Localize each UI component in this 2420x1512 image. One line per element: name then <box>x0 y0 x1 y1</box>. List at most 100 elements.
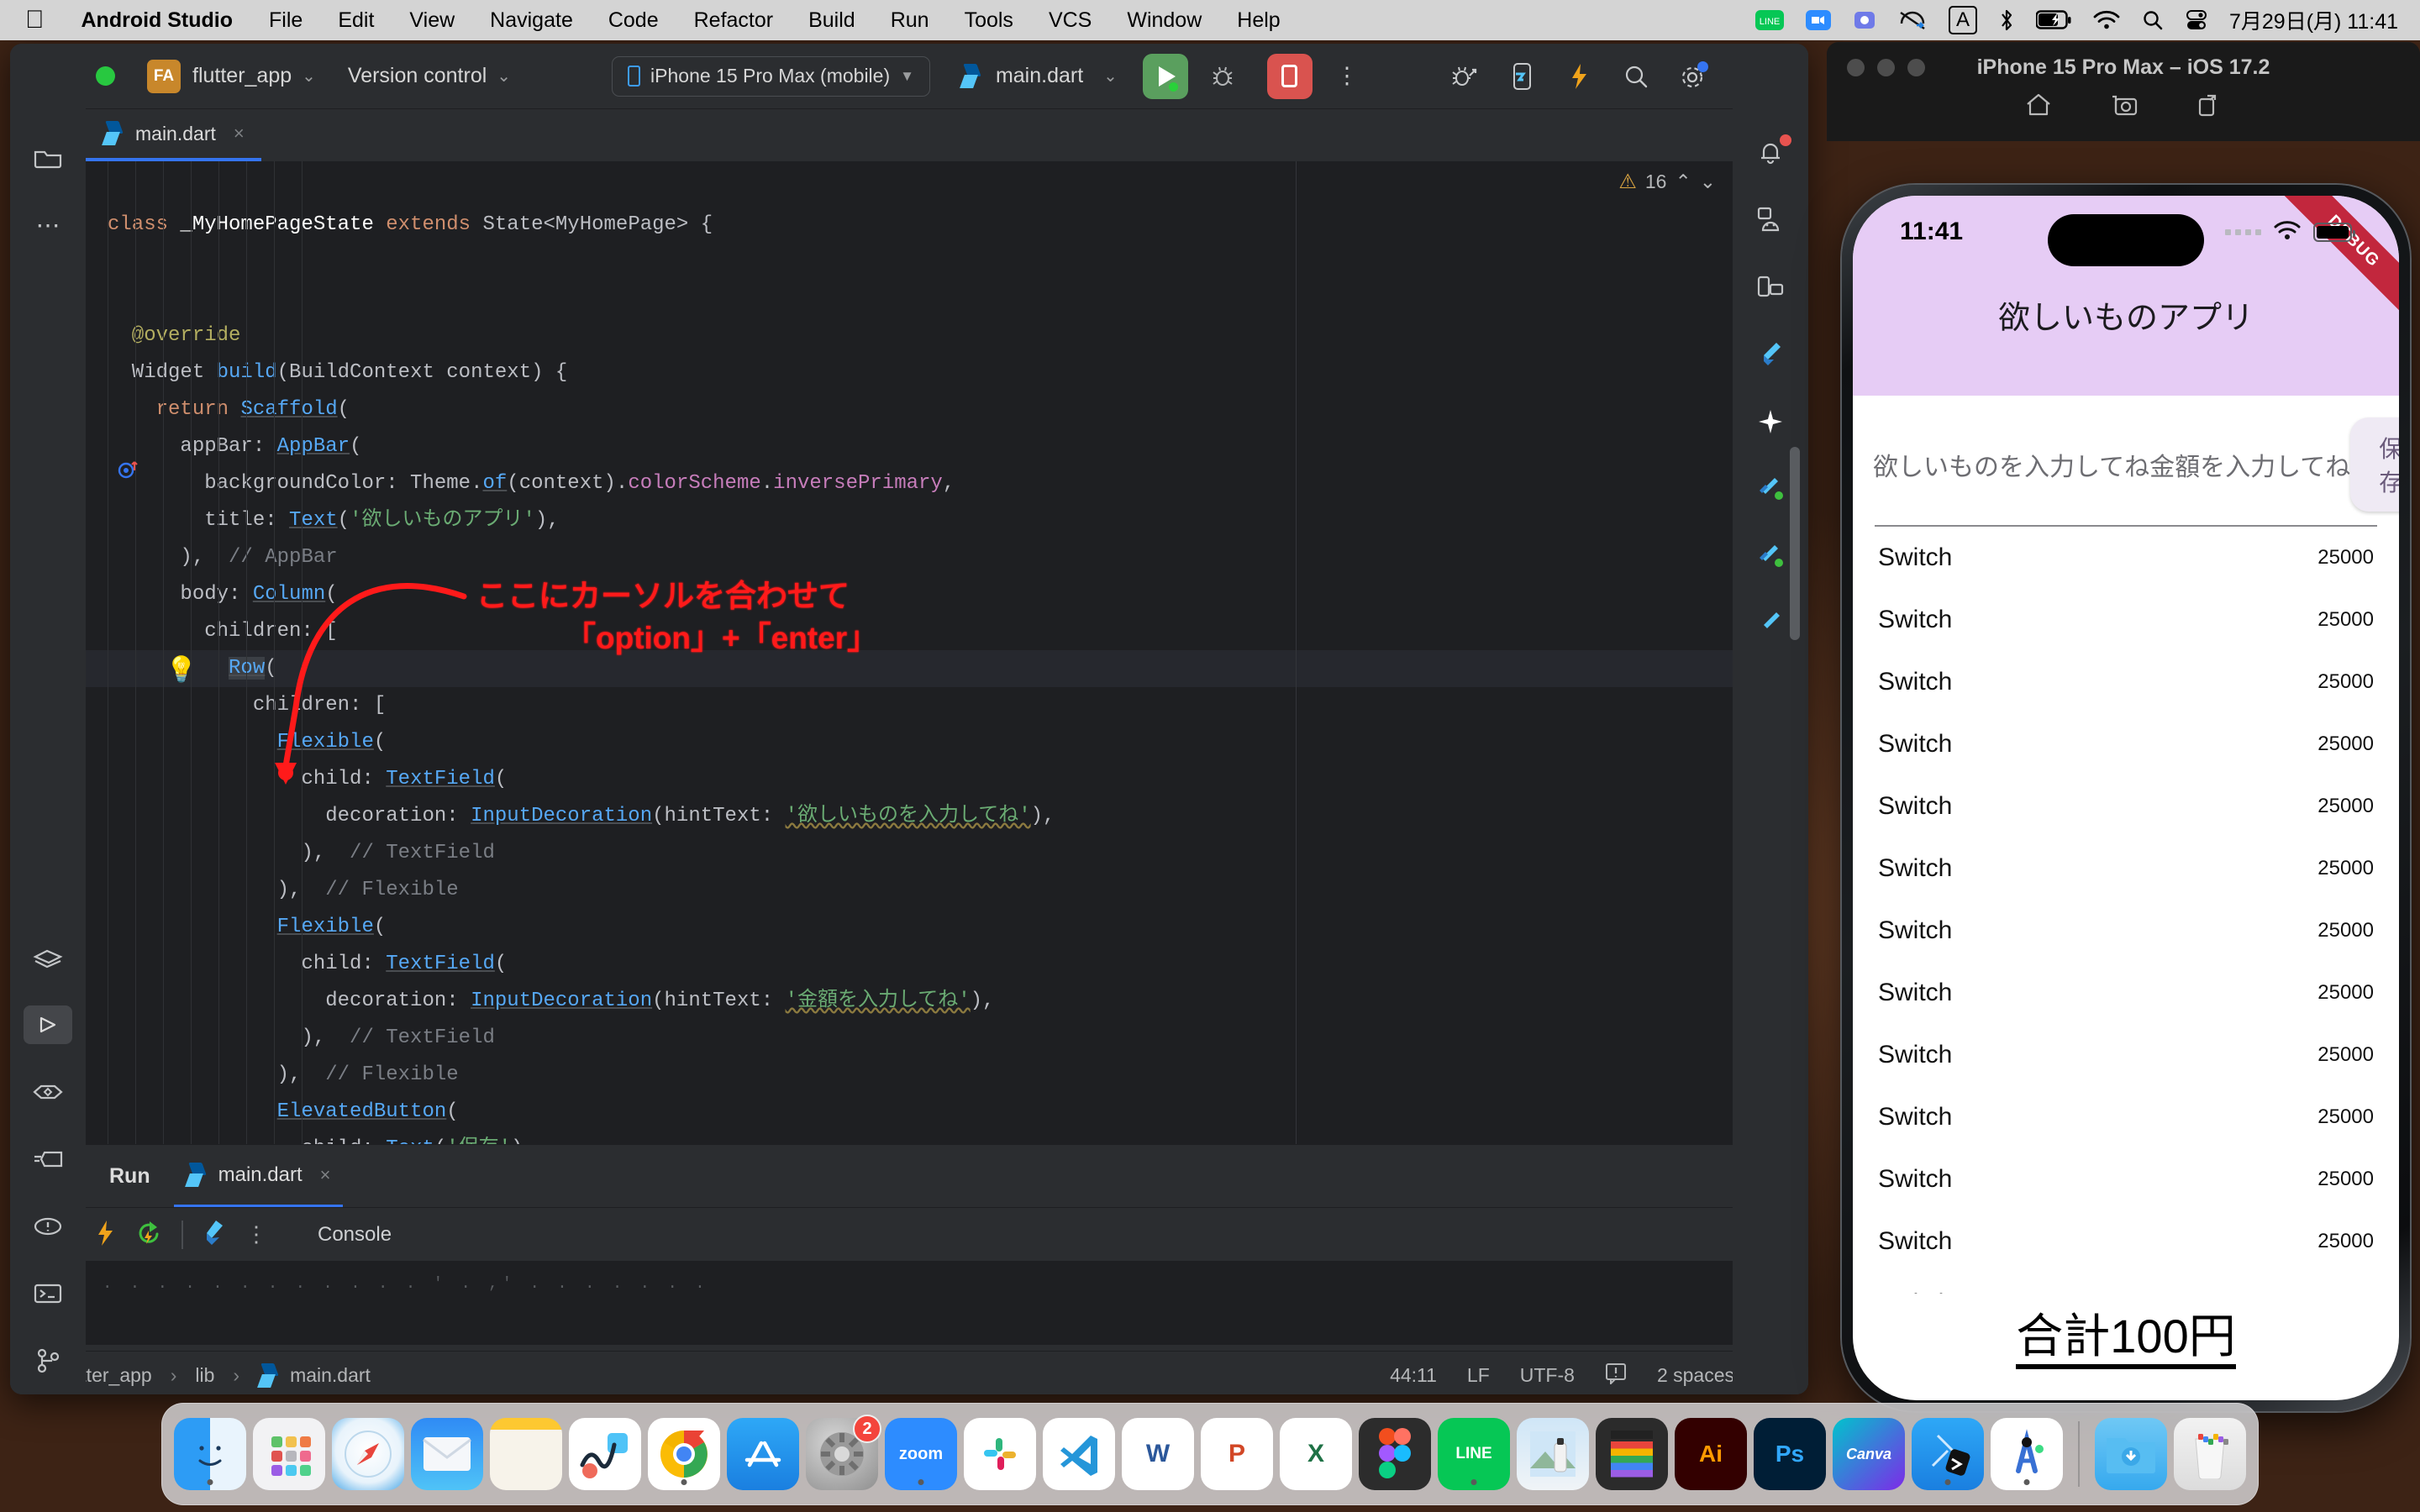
more-tool-windows-icon[interactable]: ⋯ <box>10 192 86 259</box>
zoom-menubar-icon[interactable] <box>1805 9 1831 31</box>
build-tool-icon[interactable] <box>10 924 86 991</box>
version-control-tool-icon[interactable] <box>10 1327 86 1394</box>
settings-gear-icon[interactable] <box>1670 54 1716 99</box>
editor-vertical-scrollbar[interactable] <box>1790 447 1800 640</box>
search-everywhere-icon[interactable] <box>1613 54 1659 99</box>
console-tab-label[interactable]: Console <box>318 1223 392 1247</box>
code-line[interactable]: Row( <box>86 650 1808 687</box>
project-name-label[interactable]: flutter_app <box>192 64 292 88</box>
more-options-button[interactable]: ⋮ <box>245 1221 267 1247</box>
bluetooth-icon[interactable] <box>1999 8 2014 32</box>
profile-debug-icon[interactable] <box>1442 54 1487 99</box>
flutter-devtools-icon[interactable] <box>203 1219 225 1250</box>
run-button[interactable] <box>1142 53 1188 99</box>
code-line[interactable]: Flexible( <box>86 909 1808 946</box>
code-line[interactable]: title: Text('欲しいものアプリ'), <box>86 502 1808 539</box>
home-icon[interactable] <box>2024 92 2053 124</box>
code-line[interactable]: decoration: InputDecoration(hintText: '欲… <box>86 798 1808 835</box>
wifi-icon[interactable] <box>2093 10 2120 30</box>
dock-item-canva[interactable]: Canva <box>1833 1418 1905 1490</box>
chevron-down-icon[interactable]: ⌄ <box>302 66 316 87</box>
wishlist-row[interactable]: Switch25000 <box>1853 713 2399 775</box>
dock-item-system-settings[interactable]: 2 <box>806 1415 881 1490</box>
dock-item-powerpoint[interactable]: P <box>1201 1418 1273 1490</box>
code-line[interactable]: children: [ <box>86 613 1808 650</box>
close-icon[interactable]: × <box>320 1164 331 1186</box>
code-line[interactable]: ), // Flexible <box>86 1057 1808 1094</box>
next-problem-icon[interactable]: ⌄ <box>1700 171 1716 193</box>
code-editor[interactable]: 3132333435363738394041424344454647484950… <box>10 161 1808 1160</box>
inspections-icon[interactable] <box>1605 1362 1627 1389</box>
wishlist-row[interactable]: Switch25000 <box>1853 1148 2399 1210</box>
menu-tools[interactable]: Tools <box>947 8 1031 33</box>
code-line[interactable]: child: TextField( <box>86 946 1808 983</box>
wishlist-row[interactable]: Switch25000 <box>1853 1273 2399 1294</box>
code-line[interactable]: class _MyHomePageState extends State<MyH… <box>86 207 1808 244</box>
simulator-screen[interactable]: DEBUG 11:41 欲しいものアプリ 欲しいものを入力してね 金額を入力して… <box>1853 196 2399 1400</box>
logcat-tool-icon[interactable] <box>10 1126 86 1193</box>
dock-item-zoom[interactable]: zoom <box>885 1418 957 1490</box>
menubar-app-name[interactable]: Android Studio <box>63 8 252 33</box>
code-line[interactable]: ), // TextField <box>86 1020 1808 1057</box>
spotlight-search-icon[interactable] <box>2142 9 2164 31</box>
breadcrumb-item-file[interactable]: main.dart <box>290 1364 371 1387</box>
version-control-label[interactable]: Version control <box>348 64 487 88</box>
code-line[interactable]: ), // Flexible <box>86 872 1808 909</box>
maximize-window-button[interactable] <box>96 66 115 86</box>
code-line[interactable]: appBar: AppBar( <box>86 428 1808 465</box>
dock-item-slack[interactable] <box>964 1418 1036 1490</box>
debug-tool-icon[interactable] <box>10 1058 86 1126</box>
wishlist-row[interactable]: Switch25000 <box>1853 527 2399 589</box>
device-manager-icon[interactable] <box>1499 54 1544 99</box>
wishlist-row[interactable]: Switch25000 <box>1853 1086 2399 1148</box>
wishlist[interactable]: Switch 25000 Switch 25000 Switch 25000 Switch 2… <box>1853 527 2399 1294</box>
dock-item-illustrator[interactable]: Ai <box>1675 1418 1747 1490</box>
file-encoding[interactable]: UTF-8 <box>1520 1364 1575 1387</box>
close-window-button[interactable] <box>1847 58 1865 76</box>
wishlist-row[interactable]: Switch25000 <box>1853 589 2399 651</box>
chevron-down-icon[interactable]: ⌄ <box>497 66 511 87</box>
terminal-tool-icon[interactable] <box>10 1260 86 1327</box>
editor-tab-main-dart[interactable]: main.dart × <box>86 109 261 161</box>
code-line[interactable]: ), // AppBar <box>86 539 1808 576</box>
running-devices-tool-icon[interactable] <box>1733 254 1808 321</box>
editor-code-area[interactable]: class _MyHomePageState extends State<MyH… <box>86 161 1808 1144</box>
dock-item-finder[interactable] <box>174 1418 246 1490</box>
menu-run[interactable]: Run <box>873 8 947 33</box>
menu-file[interactable]: File <box>251 8 320 33</box>
indent-setting[interactable]: 2 spaces <box>1657 1364 1734 1387</box>
dock-item-mail[interactable] <box>411 1418 483 1490</box>
console-output[interactable]: > . . . . . . . . . . . . ' . ,' . . . .… <box>10 1261 1808 1345</box>
code-line[interactable] <box>86 170 1808 207</box>
hot-reload-icon[interactable] <box>94 1219 116 1250</box>
control-center-icon[interactable] <box>2186 9 2207 31</box>
more-options-button[interactable]: ⋮ <box>1324 54 1370 99</box>
run-configuration-selector[interactable]: main.dart ⌄ <box>960 63 1118 89</box>
dock-item-safari[interactable] <box>332 1418 404 1490</box>
menubar-datetime[interactable]: 7月29日(月) 11:41 <box>2229 5 2398 35</box>
menu-code[interactable]: Code <box>591 8 676 33</box>
code-line[interactable]: Flexible( <box>86 724 1808 761</box>
save-button[interactable]: 保存 <box>2350 417 2399 512</box>
screenshot-icon[interactable] <box>2110 92 2139 124</box>
menu-refactor[interactable]: Refactor <box>676 8 791 33</box>
override-gutter-icon[interactable] <box>116 457 145 486</box>
menu-vcs[interactable]: VCS <box>1031 8 1109 33</box>
dock-item-line[interactable]: LINE <box>1438 1418 1510 1490</box>
close-icon[interactable]: × <box>234 123 245 144</box>
wishlist-row[interactable]: Switch25000 <box>1853 837 2399 900</box>
run-tab-main-dart[interactable]: main.dart × <box>173 1145 343 1207</box>
code-line[interactable]: child: Text('保存'), <box>86 1131 1808 1144</box>
code-line[interactable]: return Scaffold( <box>86 391 1808 428</box>
dock-item-vscode[interactable] <box>1043 1418 1115 1490</box>
menu-window[interactable]: Window <box>1109 8 1219 33</box>
breadcrumb-item-lib[interactable]: lib <box>195 1364 214 1387</box>
line-separator[interactable]: LF <box>1467 1364 1490 1387</box>
dock-item-final-cut-pro[interactable] <box>1596 1418 1668 1490</box>
dock-item-chrome[interactable] <box>648 1418 720 1490</box>
code-line[interactable] <box>86 244 1808 281</box>
menu-edit[interactable]: Edit <box>320 8 392 33</box>
code-line[interactable]: ), // TextField <box>86 835 1808 872</box>
screen-recording-icon[interactable] <box>1898 8 1927 32</box>
wishlist-row[interactable]: Switch25000 <box>1853 1024 2399 1086</box>
